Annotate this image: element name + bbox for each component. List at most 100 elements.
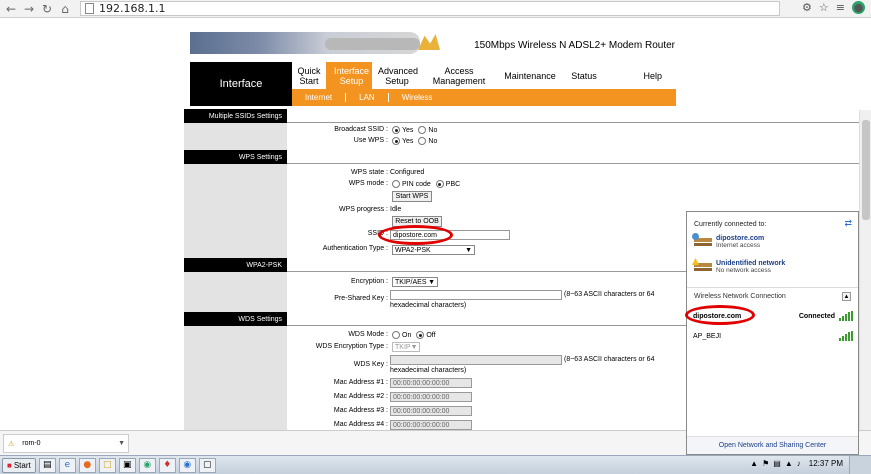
download-filename: rom-0	[22, 440, 41, 447]
firefox-icon[interactable]: ●	[78, 457, 96, 473]
chrome-icon[interactable]: ◉	[138, 457, 156, 473]
home-icon[interactable]: ⌂	[57, 1, 73, 17]
app-icon[interactable]: ◉	[178, 457, 196, 473]
broadcast-ssid-options: Yes No	[392, 126, 437, 134]
wireless-section-title: Wireless Network Connection	[694, 293, 786, 300]
subtab-internet[interactable]: Internet	[292, 93, 347, 102]
browser-toolbar: ← → ↻ ⌂ 192.168.1.1 ⚙ ☆ ≡ ●	[0, 0, 871, 18]
mac-input-4[interactable]: 00:00:00:00:00:00	[390, 420, 472, 430]
auth-type-select[interactable]: WPA2-PSK ▼	[392, 245, 475, 255]
encryption-select[interactable]: TKIP/AES ▼	[392, 277, 438, 287]
mac-label-1: Mac Address #1 :	[333, 379, 388, 386]
wds-key-label: WDS Key :	[353, 361, 388, 368]
refresh-icon[interactable]: ⇄	[844, 218, 852, 229]
wps-pbc-radio[interactable]	[435, 180, 444, 188]
broadcast-no-radio[interactable]	[418, 126, 427, 134]
clock[interactable]: 12:37 PM	[809, 459, 843, 468]
wps-progress-label: WPS progress :	[338, 206, 388, 213]
multi-ssid-heading: Multiple SSIDs Settings	[184, 109, 859, 123]
network-icon[interactable]: ▤	[773, 459, 781, 468]
wds-on-radio[interactable]	[392, 331, 400, 339]
wifi-icon[interactable]: ▲	[785, 459, 793, 468]
scrollbar-thumb[interactable]	[862, 120, 870, 220]
tab-access-management[interactable]: Access Management	[422, 66, 496, 86]
ssid-highlight	[378, 225, 453, 245]
reload-icon[interactable]: ↻	[39, 1, 55, 17]
psk-label: Pre-Shared Key :	[334, 295, 388, 302]
extension-icon[interactable]: ●	[852, 1, 865, 14]
network-sharing-center-link[interactable]: Open Network and Sharing Center	[687, 436, 858, 454]
router-menu: Interface Quick Start Interface Setup Ad…	[190, 62, 676, 106]
app-icon[interactable]: ▣	[118, 457, 136, 473]
collapse-icon[interactable]: ▲	[842, 292, 851, 301]
app-icon[interactable]: ▢	[198, 457, 216, 473]
wds-off-radio[interactable]	[416, 331, 425, 339]
psk-input[interactable]	[390, 290, 562, 300]
wifi-highlight	[685, 305, 755, 325]
section-title: Interface	[190, 62, 292, 106]
windows-logo-icon: ■	[7, 460, 12, 470]
wifi-entry[interactable]: AP_BEJI	[693, 331, 853, 341]
wds-encryption-select[interactable]: TKIP ▼	[392, 342, 420, 352]
menu-icon[interactable]: ≡	[836, 1, 845, 14]
signal-icon	[839, 311, 853, 321]
mac-input-2[interactable]: 00:00:00:00:00:00	[390, 392, 472, 402]
flag-icon[interactable]: ⚑	[762, 459, 769, 468]
start-wps-button[interactable]: Start WPS	[392, 191, 432, 202]
wps-mode-options: PIN code PBC	[392, 180, 460, 188]
connected-header: Currently connected to:	[694, 221, 767, 228]
network-entry[interactable]: dipostore.com Internet access	[692, 233, 764, 249]
tray-arrow-icon[interactable]: ▲	[750, 459, 758, 468]
use-wps-no-radio[interactable]	[418, 137, 427, 145]
mac-input-1[interactable]: 00:00:00:00:00:00	[390, 378, 472, 388]
network-bench-icon	[692, 258, 712, 274]
network-flyout: Currently connected to: ⇄ dipostore.com …	[685, 211, 859, 455]
wds-encryption-label: WDS Encryption Type :	[315, 343, 388, 350]
forward-arrow-icon[interactable]: →	[21, 1, 37, 17]
tab-quick-start[interactable]: Quick Start	[292, 66, 326, 86]
wds-key-hint: (8~63 ASCII characters or 64	[564, 356, 655, 363]
use-wps-options: Yes No	[392, 137, 437, 145]
tab-status[interactable]: Status	[564, 71, 604, 81]
psk-hint-2: hexadecimal characters)	[390, 302, 467, 309]
chevron-down-icon[interactable]: ▼	[118, 440, 125, 447]
explorer-icon[interactable]: ▤	[38, 457, 56, 473]
wds-mode-options: On Off	[392, 331, 436, 339]
wps-state-value: Configured	[390, 169, 425, 176]
wps-mode-label: WPS mode :	[348, 180, 388, 187]
page-scrollbar[interactable]	[859, 110, 871, 430]
ie-icon[interactable]: e	[58, 457, 76, 473]
system-tray: ▲ ⚑ ▤ ▲ ♪ 12:37 PM	[750, 459, 843, 468]
wps-pin-radio[interactable]	[392, 180, 400, 188]
use-wps-yes-radio[interactable]	[392, 137, 400, 145]
subtab-wireless[interactable]: Wireless	[389, 93, 446, 102]
wds-mode-label: WDS Mode :	[348, 331, 388, 338]
address-bar[interactable]: 192.168.1.1	[80, 1, 780, 16]
tab-interface-setup[interactable]: Interface Setup	[326, 62, 372, 89]
page-action-icon[interactable]: ⚙	[802, 1, 812, 14]
main-tabs: Quick Start Interface Setup Advanced Set…	[292, 62, 676, 89]
logo-flame-icon	[418, 34, 440, 50]
mac-input-3[interactable]: 00:00:00:00:00:00	[390, 406, 472, 416]
back-arrow-icon[interactable]: ←	[3, 1, 19, 17]
wds-key-input[interactable]	[390, 355, 562, 365]
star-icon[interactable]: ☆	[819, 1, 829, 14]
broadcast-yes-radio[interactable]	[392, 126, 400, 134]
tab-help[interactable]: Help	[604, 71, 668, 81]
chevron-down-icon: ▼	[428, 278, 435, 286]
start-button[interactable]: ■ Start	[2, 457, 36, 473]
network-entry[interactable]: Unidentified network No network access	[692, 258, 785, 274]
tab-maintenance[interactable]: Maintenance	[496, 71, 564, 81]
sub-tabs: Internet LAN Wireless	[292, 89, 676, 106]
download-item[interactable]: ⚠ rom-0 ▼	[3, 434, 129, 453]
show-desktop-button[interactable]	[849, 456, 871, 474]
wps-heading: WPS Settings	[184, 150, 859, 164]
volume-icon[interactable]: ♪	[797, 459, 801, 468]
subtab-lan[interactable]: LAN	[346, 93, 389, 102]
psk-hint: (8~63 ASCII characters or 64	[564, 291, 655, 298]
broadcast-ssid-label: Broadcast SSID :	[334, 126, 388, 133]
app-icon[interactable]: ♦	[158, 457, 176, 473]
tab-advanced-setup[interactable]: Advanced Setup	[372, 66, 422, 86]
router-model: 150Mbps Wireless N ADSL2+ Modem Router	[474, 40, 675, 51]
folder-icon[interactable]: □	[98, 457, 116, 473]
